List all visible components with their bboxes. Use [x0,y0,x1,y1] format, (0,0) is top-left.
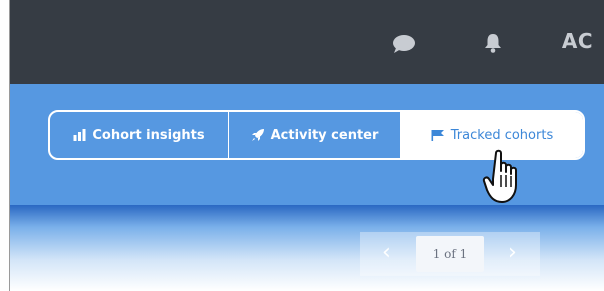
next-page-button[interactable]: › [508,242,517,264]
flag-icon [431,129,445,141]
tab-label: Tracked cohorts [450,127,554,143]
tab-activity-center[interactable]: Activity center [229,112,401,158]
rocket-icon [251,128,265,142]
bell-icon[interactable] [483,32,503,58]
pagination-control: ‹ 1 of 1 › [360,232,540,276]
app-window: AC Cohort insights Activity center Track… [9,0,604,291]
tab-label: Cohort insights [92,127,205,143]
tab-label: Activity center [270,127,379,143]
bar-chart-icon [73,129,86,141]
top-navigation-bar: AC [10,0,604,84]
chat-icon[interactable] [392,34,416,58]
hand-cursor-icon [482,147,528,211]
tab-cohort-insights[interactable]: Cohort insights [50,112,229,158]
page-indicator: 1 of 1 [416,236,484,272]
previous-page-button[interactable]: ‹ [382,242,391,264]
user-initials-avatar[interactable]: AC [562,29,593,53]
